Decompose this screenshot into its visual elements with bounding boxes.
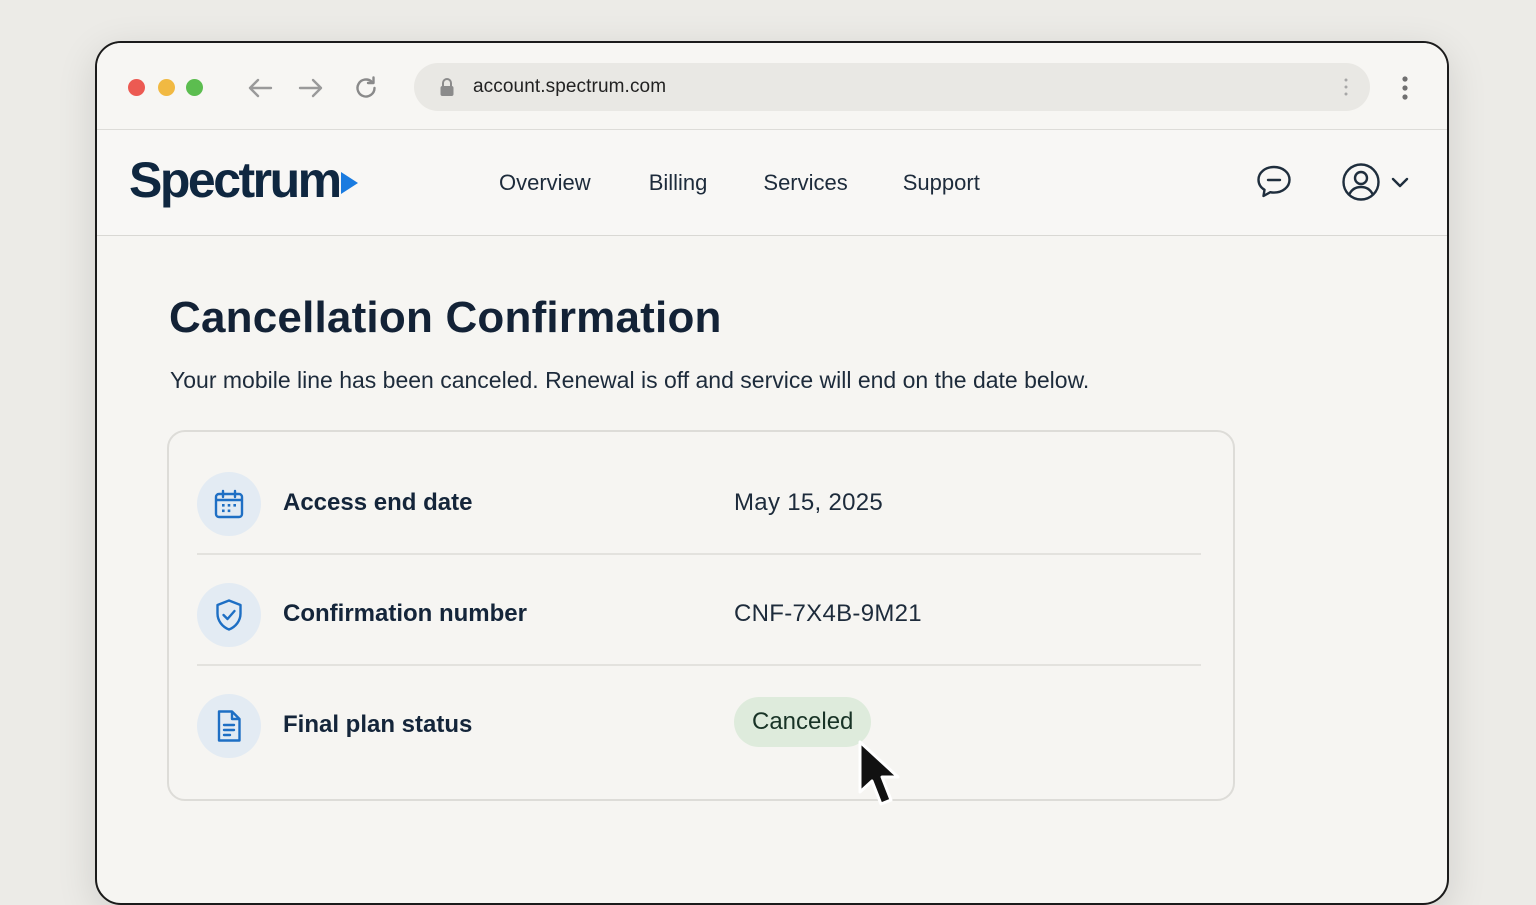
confirmation-number-value: CNF-7X4B-9M21	[734, 600, 922, 627]
arrow-left-icon	[248, 78, 273, 98]
detail-label: Final plan status	[283, 711, 473, 738]
user-icon	[1342, 163, 1380, 201]
nav-services[interactable]: Services	[763, 170, 847, 196]
url-text: account.spectrum.com	[473, 76, 667, 97]
nav-overview[interactable]: Overview	[499, 170, 591, 196]
address-bar-menu-icon[interactable]	[1344, 77, 1348, 97]
status-badge: Canceled	[734, 697, 872, 747]
browser-toolbar: account.spectrum.com	[97, 43, 1447, 130]
nav-billing[interactable]: Billing	[649, 170, 708, 196]
document-icon	[197, 694, 261, 758]
logo-text: Spectrum	[129, 152, 342, 208]
account-menu[interactable]	[1341, 162, 1409, 202]
reload-button[interactable]	[352, 74, 380, 102]
more-vertical-icon	[1402, 76, 1408, 100]
address-bar[interactable]: account.spectrum.com	[414, 63, 1370, 111]
detail-label: Access end date	[283, 489, 473, 516]
close-window-button[interactable]	[128, 79, 145, 96]
chevron-down-icon	[1391, 177, 1409, 188]
page-title: Cancellation Confirmation	[169, 293, 722, 342]
main-nav: Overview Billing Services Support	[499, 170, 980, 196]
spectrum-logo[interactable]: Spectrum	[129, 150, 358, 210]
site-header: Spectrum Overview Billing Services Suppo…	[97, 130, 1447, 236]
chat-icon	[1257, 165, 1291, 198]
detail-label: Confirmation number	[283, 600, 527, 627]
access-end-date-value: May 15, 2025	[734, 489, 884, 516]
page-subtitle: Your mobile line has been canceled. Rene…	[170, 367, 1090, 393]
logo-arrow-icon	[340, 172, 358, 194]
maximize-window-button[interactable]	[186, 79, 203, 96]
chat-button[interactable]	[1255, 163, 1293, 201]
detail-row-final-plan-status: Final plan status Canceled	[197, 666, 1201, 776]
browser-window: account.spectrum.com Spectrum Overview B…	[95, 41, 1449, 905]
main-content: Cancellation Confirmation Your mobile li…	[169, 293, 1089, 393]
forward-button[interactable]	[297, 74, 325, 102]
back-button[interactable]	[246, 74, 274, 102]
cancellation-details-card: Access end date May 15, 2025 Confirmatio…	[167, 430, 1235, 801]
detail-row-confirmation-number: Confirmation number CNF-7X4B-9M21	[197, 555, 1201, 666]
reload-icon	[356, 76, 376, 98]
shield-check-icon	[197, 583, 261, 647]
lock-icon	[439, 76, 457, 98]
nav-support[interactable]: Support	[903, 170, 980, 196]
calendar-icon	[197, 472, 261, 536]
minimize-window-button[interactable]	[158, 79, 175, 96]
detail-row-access-end-date: Access end date May 15, 2025	[197, 444, 1201, 555]
browser-menu-button[interactable]	[1395, 75, 1415, 101]
arrow-right-icon	[298, 78, 323, 98]
